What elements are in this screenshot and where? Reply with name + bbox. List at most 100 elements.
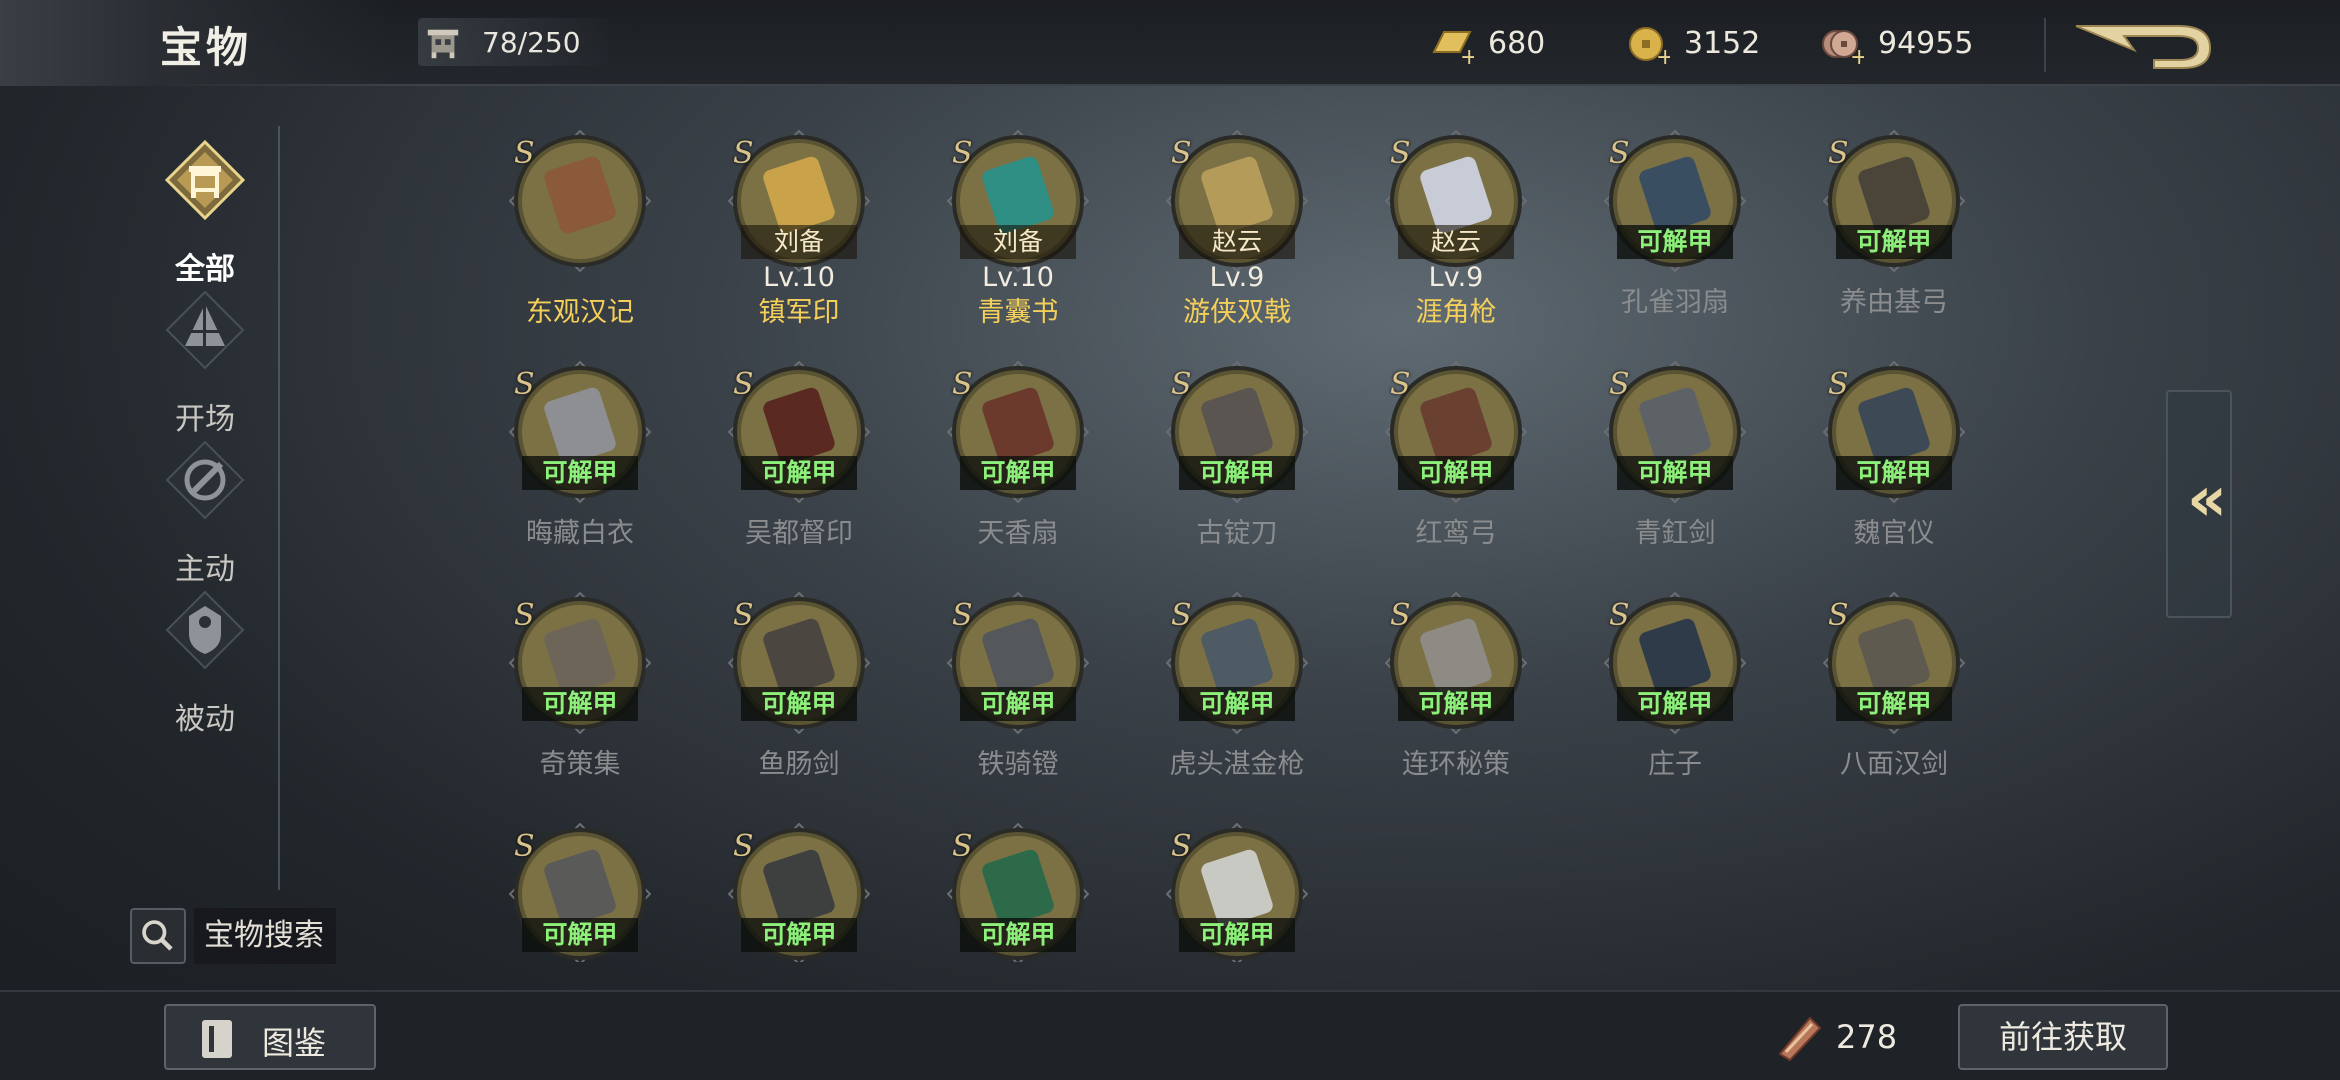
unlock-tag: 可解甲 <box>1836 456 1952 490</box>
grade-badge: S <box>1171 136 1192 171</box>
double-chevron-left-icon: « <box>2186 462 2227 535</box>
opening-icon <box>165 290 245 370</box>
nav-label-opening: 开场 <box>175 402 235 437</box>
capacity-text: 78/250 <box>482 26 581 59</box>
treasure-item[interactable]: S 可解甲魏官仪 <box>1804 361 1970 571</box>
treasure-item[interactable]: S 可解甲 红鸾弓 <box>1366 361 1546 571</box>
treasure-item[interactable]: S 可解甲 吴都督印 <box>709 361 889 571</box>
nav-label-all: 全部 <box>175 252 235 287</box>
treasure-item[interactable]: S 可解甲 <box>1147 823 1327 962</box>
grade-badge: S <box>1828 136 1849 171</box>
treasure-item[interactable]: S 可解甲 孔雀羽扇 <box>1585 130 1765 340</box>
search-icon[interactable] <box>130 908 186 964</box>
treasure-item[interactable]: S 可解甲 奇策集 <box>490 592 670 802</box>
treasure-item[interactable]: S 可解甲 虎头湛金枪 <box>1147 592 1327 802</box>
nav-item-passive[interactable]: 被动 <box>140 590 270 737</box>
unlock-tag: 可解甲 <box>741 918 857 952</box>
active-skill-icon <box>165 440 245 520</box>
treasure-item[interactable]: S 可解甲 铁骑镫 <box>928 592 1108 802</box>
treasure-item[interactable]: S 赵云 Lv.9 游侠双戟 <box>1147 130 1327 340</box>
nav-item-all[interactable]: 全部 <box>140 140 270 287</box>
treasure-item[interactable]: S 可解甲 八面汉剑 <box>1804 592 1970 802</box>
treasure-name: 吴都督印 <box>745 518 853 549</box>
treasure-name: 孔雀羽扇 <box>1621 287 1729 318</box>
grade-badge: S <box>733 829 754 864</box>
grade-badge: S <box>514 829 535 864</box>
material-count: 278 <box>1836 1018 1898 1056</box>
treasure-name: 红鸾弓 <box>1415 518 1497 549</box>
treasure-item[interactable]: S 可解甲青釭剑 <box>1585 361 1765 571</box>
treasure-item[interactable]: S 可解甲 <box>709 823 889 962</box>
treasure-level: Lv.9 <box>1209 262 1265 293</box>
codex-label: 图鉴 <box>262 1024 327 1062</box>
go-obtain-button[interactable]: 前往获取 <box>1958 1004 2168 1070</box>
treasure-item[interactable]: S 可解甲 <box>490 823 670 962</box>
treasure-item[interactable]: S 可解甲 连环秘策 <box>1366 592 1546 802</box>
treasure-item[interactable]: S 赵云 Lv.9 涯角枪 <box>1366 130 1546 340</box>
codex-button[interactable]: 图鉴 <box>164 1004 376 1070</box>
nav-divider <box>278 126 280 890</box>
unlock-tag: 可解甲 <box>1179 687 1295 721</box>
treasure-name: 青釭剑 <box>1634 518 1716 549</box>
grade-badge: S <box>952 829 973 864</box>
treasure-name: 养由基弓 <box>1840 287 1948 318</box>
treasure-capacity: 78/250 <box>418 18 608 66</box>
treasure-item[interactable]: S 可解甲 鱼肠剑 <box>709 592 889 802</box>
grade-badge: S <box>514 367 535 402</box>
treasure-name: 青囊书 <box>977 297 1059 328</box>
grade-badge: S <box>733 598 754 633</box>
side-panel-toggle[interactable]: « <box>2166 390 2232 618</box>
treasure-name: 魏官仪 <box>1853 518 1935 549</box>
svg-text:+: + <box>1460 45 1474 66</box>
gold-bar-icon: + <box>1432 31 1474 66</box>
treasure-item[interactable]: S 可解甲 天香扇 <box>928 361 1108 571</box>
treasure-name: 天香扇 <box>977 518 1059 549</box>
treasure-item[interactable]: S 可解甲 养由基弓 <box>1804 130 1970 340</box>
grade-badge: S <box>1171 829 1192 864</box>
grade-badge: S <box>733 136 754 171</box>
unlock-tag: 可解甲 <box>1617 687 1733 721</box>
search-label: 宝物搜索 <box>194 908 336 964</box>
unlock-tag: 可解甲 <box>522 918 638 952</box>
treasure-name: 涯角枪 <box>1415 297 1497 328</box>
treasure-all-icon <box>165 140 245 220</box>
grade-badge: S <box>514 598 535 633</box>
treasure-item[interactable]: S 可解甲 庄子 <box>1585 592 1765 802</box>
treasure-search[interactable]: 宝物搜索 <box>130 908 336 964</box>
gold-coin-icon: + <box>1629 27 1670 66</box>
treasure-item[interactable]: S 可解甲 <box>928 823 1108 962</box>
equipped-hero-tag: 刘备 <box>960 225 1076 259</box>
book-icon <box>202 1020 232 1058</box>
unlock-tag: 可解甲 <box>1617 456 1733 490</box>
top-bar: 宝物 78/250 + 680 + 3152 + 94955 <box>0 0 2340 86</box>
unlock-tag: 可解甲 <box>741 456 857 490</box>
grade-badge: S <box>514 136 535 171</box>
treasure-item[interactable]: S 刘备 Lv.10 镇军印 <box>709 130 889 340</box>
grade-badge: S <box>1828 367 1849 402</box>
unlock-tag: 可解甲 <box>1179 918 1295 952</box>
unlock-tag: 可解甲 <box>741 687 857 721</box>
treasure-name: 镇军印 <box>758 297 840 328</box>
treasure-item[interactable]: S 可解甲 晦藏白衣 <box>490 361 670 571</box>
back-arrow-icon[interactable] <box>2070 16 2220 76</box>
grade-badge: S <box>1609 367 1630 402</box>
svg-text:+: + <box>1850 45 1864 66</box>
grade-badge: S <box>952 598 973 633</box>
unlock-tag: 可解甲 <box>522 456 638 490</box>
copper-coin-count: 94955 <box>1878 26 1974 61</box>
equipped-hero-tag: 刘备 <box>741 225 857 259</box>
grade-badge: S <box>1390 367 1411 402</box>
material-counter: 278 <box>1772 1008 1912 1068</box>
treasure-item[interactable]: S 可解甲 古锭刀 <box>1147 361 1327 571</box>
gold-coin-count: 3152 <box>1684 26 1761 61</box>
treasure-item[interactable]: S 刘备 Lv.10 青囊书 <box>928 130 1108 340</box>
treasure-name: 八面汉剑 <box>1840 749 1948 780</box>
grade-badge: S <box>1828 598 1849 633</box>
nav-item-active[interactable]: 主动 <box>140 440 270 587</box>
grade-badge: S <box>952 367 973 402</box>
treasure-level: Lv.10 <box>763 262 835 293</box>
treasure-item[interactable]: S 东观汉记 <box>490 130 670 340</box>
treasure-name: 东观汉记 <box>526 297 634 328</box>
unlock-tag: 可解甲 <box>960 687 1076 721</box>
nav-item-opening[interactable]: 开场 <box>140 290 270 437</box>
